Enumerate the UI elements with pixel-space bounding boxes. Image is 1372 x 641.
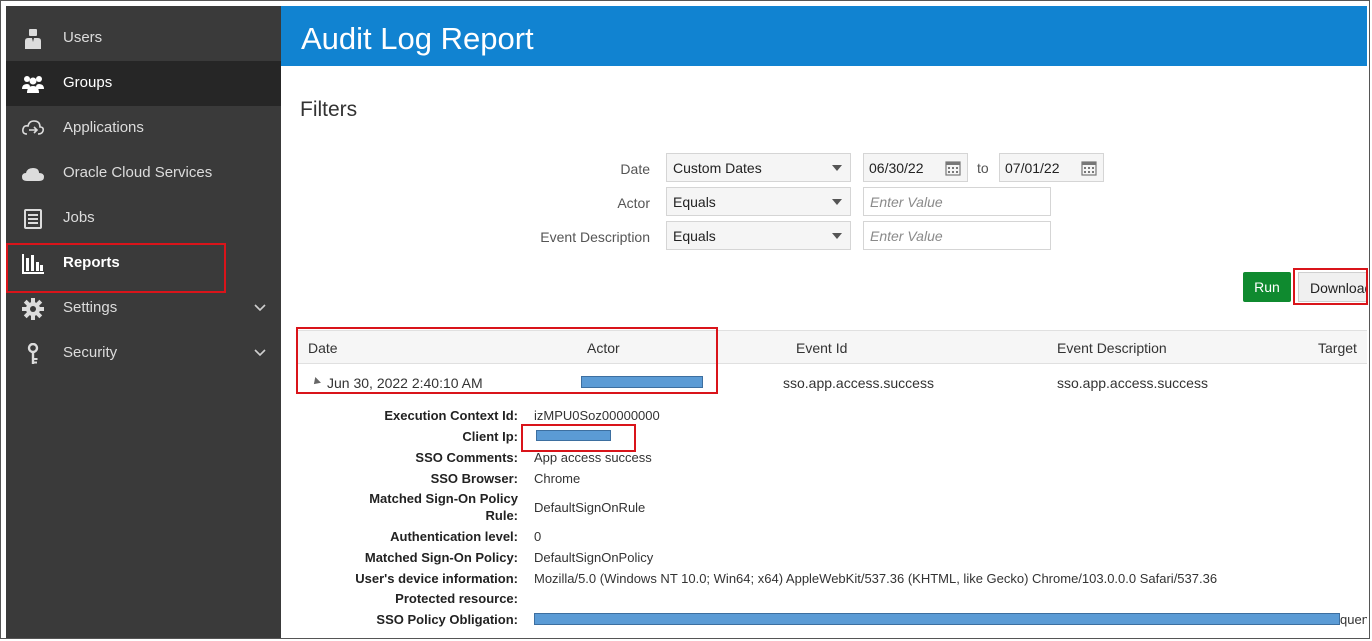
actor-value-input[interactable] — [863, 187, 1051, 216]
date-to-value: 07/01/22 — [1005, 160, 1060, 176]
sidebar-item-settings[interactable]: Settings — [6, 286, 281, 331]
key-icon — [22, 343, 44, 365]
sidebar-item-label: Users — [63, 29, 103, 46]
sidebar-item-reports[interactable]: Reports — [6, 241, 281, 286]
user-icon — [22, 28, 44, 50]
page-title: Audit Log Report — [301, 21, 534, 56]
sidebar-item-label: Groups — [63, 74, 113, 91]
detail-label: Protected resource: — [395, 591, 518, 606]
sidebar-item-security[interactable]: Security — [6, 331, 281, 376]
page-header: Audit Log Report — [281, 6, 1367, 66]
redacted-sso-obligation — [534, 613, 1340, 625]
detail-label: SSO Comments: — [415, 450, 518, 465]
caret-down-icon — [832, 233, 842, 239]
event-description-value-input[interactable] — [863, 221, 1051, 250]
sidebar-item-groups[interactable]: Groups — [6, 61, 281, 106]
sidebar-item-applications[interactable]: Applications — [6, 106, 281, 151]
row-date: Jun 30, 2022 2:40:10 AM — [327, 375, 483, 391]
redacted-actor — [581, 376, 703, 388]
download-button-label: Download — [1310, 280, 1367, 296]
detail-label: Client Ip: — [462, 429, 518, 444]
detail-value: DefaultSignOnRule — [534, 500, 646, 515]
actor-operator-value: Equals — [673, 194, 716, 210]
group-icon — [22, 73, 44, 95]
sidebar-item-label: Applications — [63, 119, 144, 136]
sidebar-item-label: Settings — [63, 299, 118, 316]
event-operator-value: Equals — [673, 228, 716, 244]
table-row[interactable]: Jun 30, 2022 2:40:10 AM sso.app.access.s… — [297, 364, 1367, 400]
detail-label: User's device information: — [355, 571, 518, 586]
gear-icon — [22, 298, 44, 320]
column-header-actor[interactable]: Actor — [587, 340, 620, 356]
detail-value: App access success — [534, 450, 652, 465]
caret-down-icon — [832, 199, 842, 205]
date-filter-label: Date — [620, 161, 650, 177]
detail-label: Matched Sign-On Policy — [369, 491, 518, 506]
sidebar: Users Groups Applications Oracle Cloud S… — [6, 6, 281, 639]
filters-heading: Filters — [300, 98, 358, 121]
date-mode-select[interactable]: Custom Dates — [666, 153, 851, 182]
event-description-filter-label: Event Description — [540, 229, 650, 245]
chevron-down-icon[interactable] — [253, 346, 267, 360]
detail-value: Chrome — [534, 471, 581, 486]
row-event-description: sso.app.access.success — [1057, 375, 1208, 391]
sidebar-item-jobs[interactable]: Jobs — [6, 196, 281, 241]
date-from-value: 06/30/22 — [869, 160, 924, 176]
date-to-field[interactable]: 07/01/22 — [999, 153, 1104, 182]
column-header-date[interactable]: Date — [308, 340, 338, 356]
detail-value: 0 — [534, 529, 542, 544]
detail-label: Rule: — [485, 508, 519, 523]
detail-value-truncated: quen — [1340, 612, 1367, 627]
column-header-target[interactable]: Target — [1318, 340, 1357, 356]
actor-filter-label: Actor — [617, 195, 650, 211]
caret-down-icon — [832, 165, 842, 171]
jobs-icon — [22, 208, 44, 230]
run-button[interactable]: Run — [1243, 272, 1291, 302]
sidebar-item-oracle-cloud-services[interactable]: Oracle Cloud Services — [6, 151, 281, 196]
detail-value: DefaultSignOnPolicy — [534, 550, 654, 565]
chevron-down-icon[interactable] — [253, 301, 267, 315]
detail-value: izMPU0Soz00000000 — [534, 408, 660, 423]
date-from-field[interactable]: 06/30/22 — [863, 153, 968, 182]
sidebar-item-label: Reports — [63, 254, 120, 271]
sidebar-item-label: Jobs — [63, 209, 95, 226]
detail-label: Matched Sign-On Policy: — [364, 550, 518, 565]
redacted-client-ip — [536, 430, 611, 441]
date-mode-value: Custom Dates — [673, 160, 762, 176]
sidebar-item-label: Security — [63, 344, 118, 361]
event-description-operator-select[interactable]: Equals — [666, 221, 851, 250]
row-event-id: sso.app.access.success — [783, 375, 934, 391]
table-header: Date Actor Event Id Event Description Ta… — [297, 330, 1367, 364]
detail-label: SSO Policy Obligation: — [376, 612, 518, 627]
date-range-to-label: to — [977, 160, 989, 176]
calendar-icon[interactable] — [945, 160, 961, 176]
calendar-icon[interactable] — [1081, 160, 1097, 176]
detail-label: Authentication level: — [390, 529, 518, 544]
detail-value: Mozilla/5.0 (Windows NT 10.0; Win64; x64… — [534, 571, 1218, 586]
expand-row-icon[interactable] — [311, 377, 321, 387]
actor-operator-select[interactable]: Equals — [666, 187, 851, 216]
column-header-event-id[interactable]: Event Id — [796, 340, 847, 356]
download-button[interactable]: Download — [1298, 272, 1367, 302]
column-header-event-description[interactable]: Event Description — [1057, 340, 1167, 356]
reports-icon — [22, 253, 44, 275]
sidebar-item-users[interactable]: Users — [6, 16, 281, 61]
cloud-icon — [22, 163, 44, 185]
detail-label: Execution Context Id: — [384, 408, 518, 423]
applications-icon — [22, 118, 44, 140]
detail-label: SSO Browser: — [430, 471, 518, 486]
sidebar-item-label: Oracle Cloud Services — [63, 164, 213, 181]
